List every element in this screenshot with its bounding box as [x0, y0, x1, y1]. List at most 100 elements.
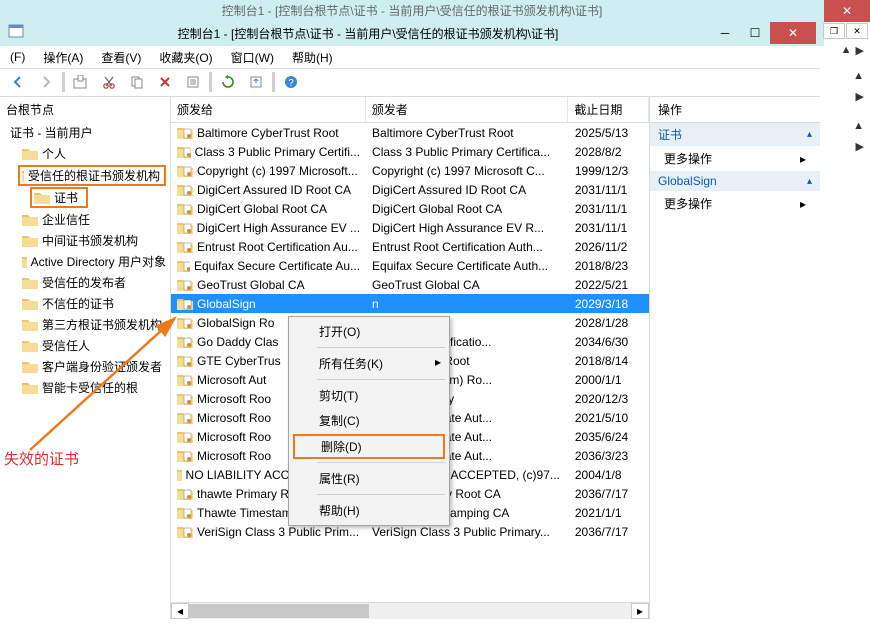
ctx-sep: [317, 347, 445, 348]
col-issued-by[interactable]: 颁发者: [366, 97, 569, 122]
table-row[interactable]: GlobalSignn2029/3/18: [171, 294, 649, 313]
up-button[interactable]: [69, 70, 93, 94]
nav-back-button[interactable]: [6, 70, 30, 94]
annotation-text: 失效的证书: [4, 448, 79, 469]
actions-section-globalsign[interactable]: GlobalSign▴: [650, 171, 820, 191]
delete-button[interactable]: [153, 70, 177, 94]
table-row[interactable]: Entrust Root Certification Au...Entrust …: [171, 237, 649, 256]
dup-restore-button[interactable]: ❐: [823, 23, 845, 39]
tree-root[interactable]: 台根节点: [0, 97, 170, 122]
menu-fav[interactable]: 收藏夹(O): [155, 47, 216, 68]
scroll-left-button[interactable]: ◂: [171, 603, 189, 619]
actions-more-1[interactable]: 更多操作▸: [650, 146, 820, 171]
scroll-thumb[interactable]: [189, 604, 369, 618]
cell-issued-by: DigiCert Assured ID Root CA: [366, 183, 569, 197]
refresh-button[interactable]: [216, 70, 240, 94]
title-faint: 控制台1 - [控制台根节点\证书 - 当前用户\受信任的根证书颁发机构\证书]: [0, 0, 824, 20]
cell-expiry: 2018/8/14: [569, 354, 649, 368]
cell-issued-to: VeriSign Class 3 Public Prim...: [171, 525, 366, 539]
maximize-button[interactable]: ☐: [740, 22, 770, 44]
folder-icon: [34, 191, 50, 204]
menu-window[interactable]: 窗口(W): [227, 47, 278, 68]
tree-trustee[interactable]: 受信任人: [0, 335, 170, 356]
tree-personal[interactable]: 个人: [0, 143, 170, 164]
submenu-arrow-icon: ▸: [435, 355, 441, 369]
cell-issued-to: Entrust Root Certification Au...: [171, 240, 366, 254]
cell-expiry: 2036/3/23: [569, 449, 649, 463]
cell-issued-to: GeoTrust Global CA: [171, 278, 366, 292]
tree-client[interactable]: 客户端身份验证颁发者: [0, 356, 170, 377]
table-row[interactable]: Baltimore CyberTrust RootBaltimore Cyber…: [171, 123, 649, 142]
col-expiry[interactable]: 截止日期: [568, 97, 649, 122]
folder-icon: [22, 318, 38, 331]
tree-trusted-root[interactable]: 受信任的根证书颁发机构: [18, 165, 166, 186]
ctx-all-tasks[interactable]: 所有任务(K)▸: [289, 351, 449, 376]
h-scrollbar[interactable]: ◂ ▸: [171, 602, 649, 619]
table-row[interactable]: DigiCert High Assurance EV ...DigiCert H…: [171, 218, 649, 237]
ctx-copy[interactable]: 复制(C): [289, 408, 449, 433]
properties-button[interactable]: [181, 70, 205, 94]
cell-expiry: 2031/11/1: [569, 221, 649, 235]
cell-expiry: 2020/12/3: [569, 392, 649, 406]
actions-more-2[interactable]: 更多操作▸: [650, 191, 820, 216]
table-row[interactable]: Class 3 Public Primary Certifi...Class 3…: [171, 142, 649, 161]
tree-third[interactable]: 第三方根证书颁发机构: [0, 314, 170, 335]
cell-issued-to: DigiCert High Assurance EV ...: [171, 221, 366, 235]
cell-expiry: 2036/7/17: [569, 525, 649, 539]
window-title: 控制台1 - [控制台根节点\证书 - 当前用户\受信任的根证书颁发机构\证书]: [26, 25, 710, 42]
tree-ad[interactable]: Active Directory 用户对象: [0, 251, 170, 272]
export-button[interactable]: [244, 70, 268, 94]
table-row[interactable]: DigiCert Assured ID Root CADigiCert Assu…: [171, 180, 649, 199]
minimize-button[interactable]: ─: [710, 22, 740, 44]
cell-issued-by: VeriSign Class 3 Public Primary...: [366, 525, 569, 539]
tree-intermediate[interactable]: 中间证书颁发机构: [0, 230, 170, 251]
cell-issued-to: GlobalSign: [171, 297, 366, 311]
nav-fwd-button[interactable]: [34, 70, 58, 94]
cut-button[interactable]: [97, 70, 121, 94]
ctx-open[interactable]: 打开(O): [289, 319, 449, 344]
ctx-properties[interactable]: 属性(R): [289, 466, 449, 491]
table-row[interactable]: Equifax Secure Certificate Au...Equifax …: [171, 256, 649, 275]
menu-file[interactable]: (F): [6, 48, 29, 66]
close-button[interactable]: ✕: [770, 22, 816, 44]
tree-untrusted[interactable]: 不信任的证书: [0, 293, 170, 314]
help-toolbar-button[interactable]: ?: [279, 70, 303, 94]
dup-arrow-row-3: ▶: [820, 86, 870, 106]
overlap-close-button[interactable]: ✕: [824, 0, 870, 22]
menu-help[interactable]: 帮助(H): [288, 47, 337, 68]
scroll-right-button[interactable]: ▸: [631, 603, 649, 619]
tree-smart[interactable]: 智能卡受信任的根: [0, 377, 170, 398]
ctx-delete[interactable]: 删除(D): [293, 434, 445, 459]
cell-issued-to: Copyright (c) 1997 Microsoft...: [171, 164, 366, 178]
tree-trusted-pub[interactable]: 受信任的发布者: [0, 272, 170, 293]
col-issued-to[interactable]: 颁发给: [171, 97, 366, 122]
folder-icon: [22, 213, 38, 226]
tree-certs[interactable]: 证书: [30, 187, 88, 208]
tree-enterprise[interactable]: 企业信任: [0, 209, 170, 230]
menu-view[interactable]: 查看(V): [97, 47, 145, 68]
actions-pane: 操作 证书▴ 更多操作▸ GlobalSign▴ 更多操作▸: [650, 97, 820, 619]
folder-icon: [22, 339, 38, 352]
menu-action[interactable]: 操作(A): [39, 47, 87, 68]
actions-section-certs[interactable]: 证书▴: [650, 123, 820, 146]
folder-icon: [22, 147, 38, 160]
folder-icon: [22, 234, 38, 247]
cell-expiry: 2036/7/17: [569, 487, 649, 501]
cell-expiry: 2021/1/1: [569, 506, 649, 520]
table-row[interactable]: DigiCert Global Root CADigiCert Global R…: [171, 199, 649, 218]
cell-issued-by: Baltimore CyberTrust Root: [366, 126, 569, 140]
table-row[interactable]: GeoTrust Global CAGeoTrust Global CA2022…: [171, 275, 649, 294]
tree-cert-user[interactable]: 证书 - 当前用户: [0, 122, 170, 143]
folder-icon: [22, 255, 27, 268]
cell-issued-by: GeoTrust Global CA: [366, 278, 569, 292]
cell-issued-to: DigiCert Assured ID Root CA: [171, 183, 366, 197]
dup-close-button[interactable]: ✕: [846, 23, 868, 39]
ctx-cut[interactable]: 剪切(T): [289, 383, 449, 408]
cell-expiry: 2029/3/18: [569, 297, 649, 311]
folder-icon: [22, 276, 38, 289]
copy-button[interactable]: [125, 70, 149, 94]
cell-expiry: 2000/1/1: [569, 373, 649, 387]
ctx-help[interactable]: 帮助(H): [289, 498, 449, 523]
table-row[interactable]: Copyright (c) 1997 Microsoft...Copyright…: [171, 161, 649, 180]
cell-expiry: 2031/11/1: [569, 183, 649, 197]
